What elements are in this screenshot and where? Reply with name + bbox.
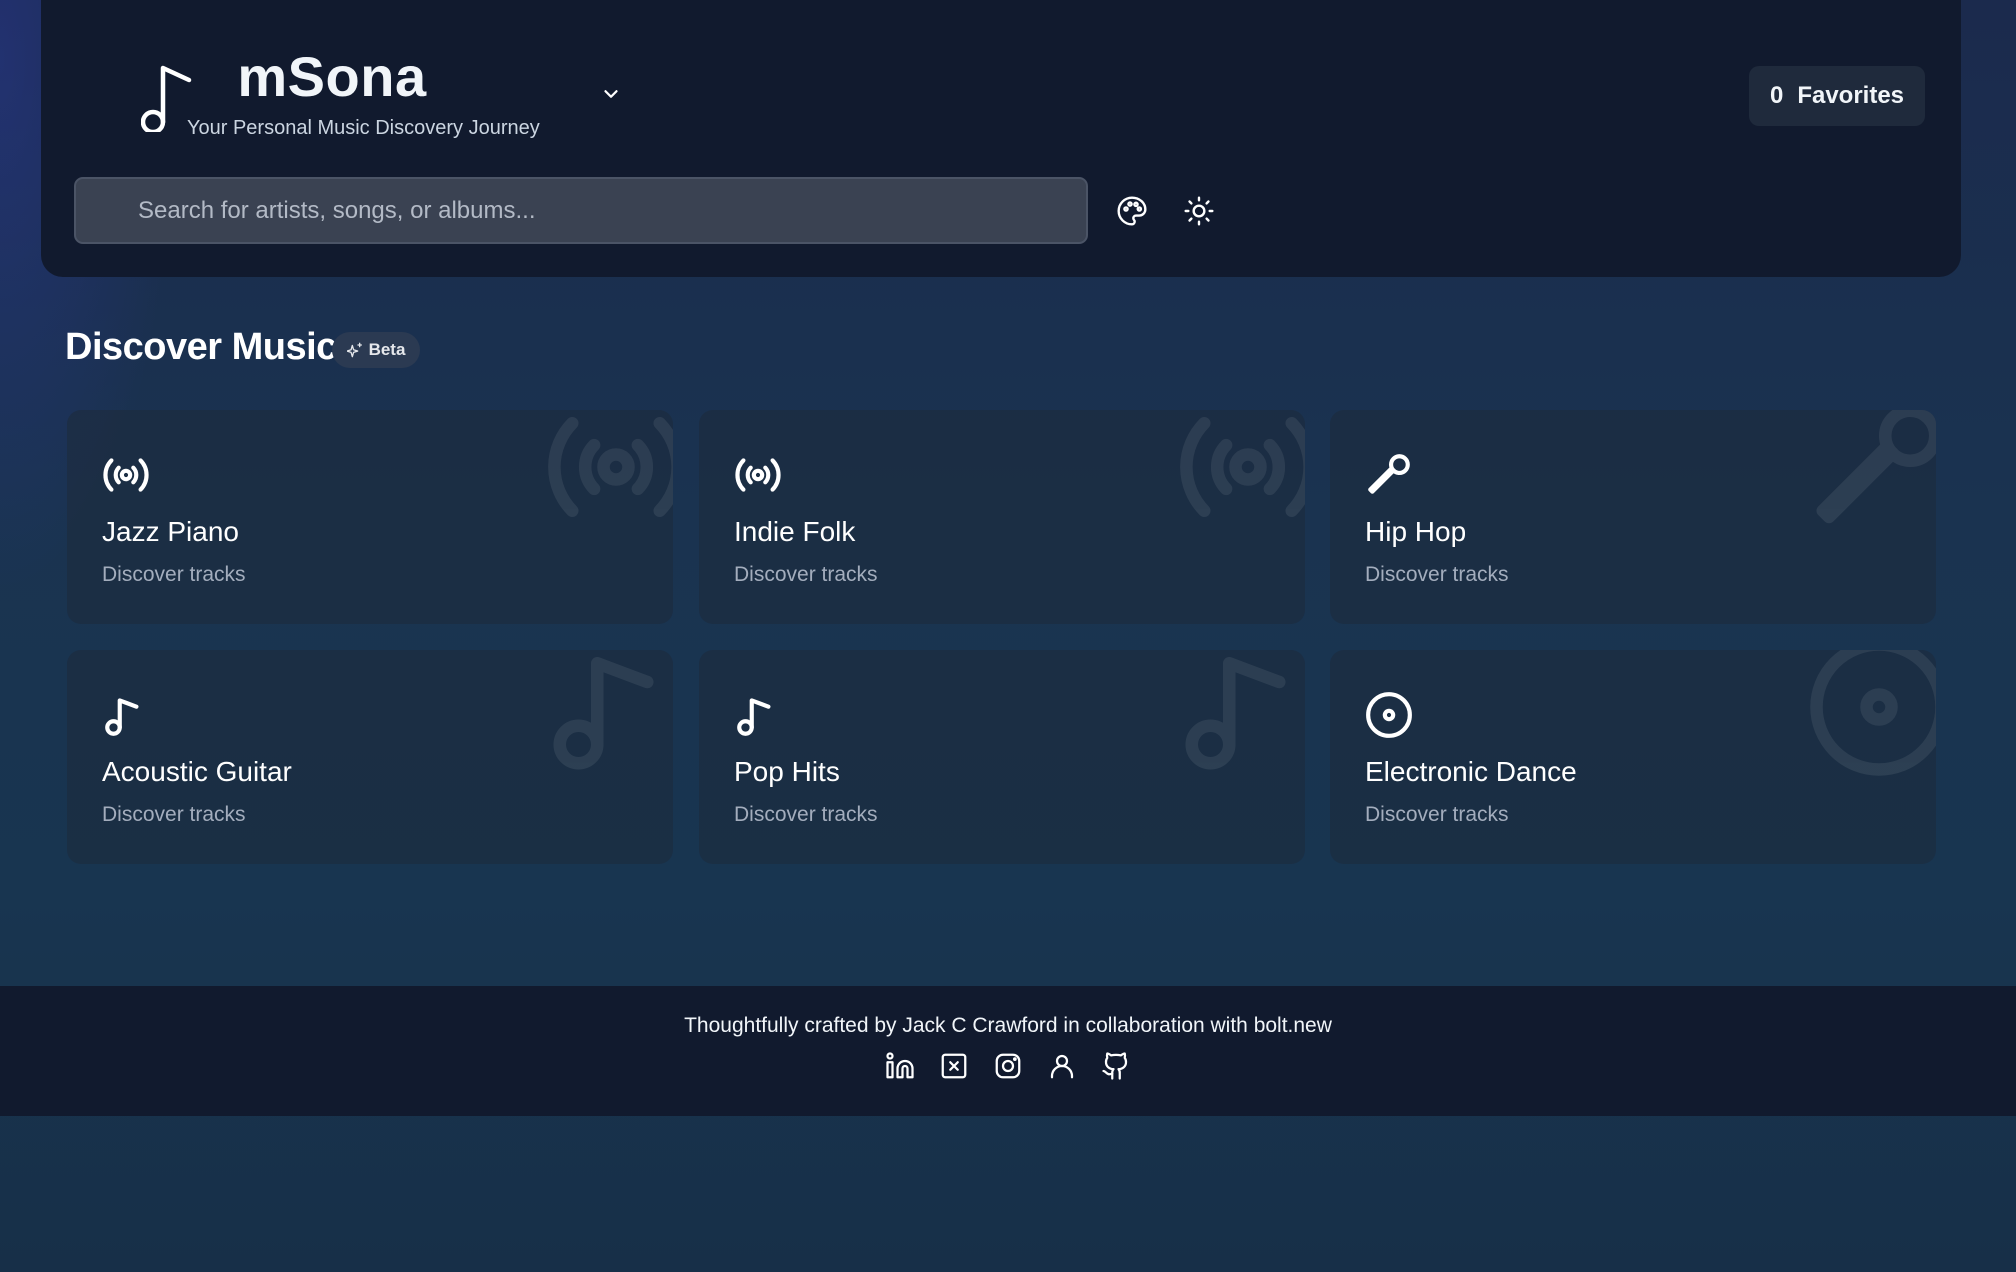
beta-label: Beta: [368, 340, 406, 359]
x-link[interactable]: [938, 1050, 970, 1082]
x-icon: [941, 1053, 967, 1079]
app-header: mSona Your Personal Music Discovery Jour…: [41, 0, 1961, 277]
footer-credit: Thoughtfully crafted by Jack C Crawford …: [684, 1014, 1332, 1037]
genre-card-subtitle: Discover tracks: [102, 563, 246, 586]
genre-card-subtitle: Discover tracks: [1365, 803, 1509, 826]
disc-icon: [1364, 690, 1414, 740]
disc-icon: [1804, 650, 1936, 782]
radio-icon: [101, 450, 151, 500]
music-note-icon: [733, 690, 783, 740]
search-input[interactable]: [74, 177, 1088, 244]
music-note-icon: [101, 690, 151, 740]
instagram-link[interactable]: [992, 1050, 1024, 1082]
brand-dropdown-toggle[interactable]: [597, 80, 625, 108]
profile-link[interactable]: [1046, 1050, 1078, 1082]
genre-card-indie-folk[interactable]: Indie Folk Discover tracks: [699, 410, 1305, 624]
palette-icon: [1117, 196, 1147, 226]
theme-toggle-button[interactable]: [1181, 193, 1217, 229]
music-note-icon: [1173, 650, 1305, 782]
genre-card-title: Jazz Piano: [102, 516, 239, 547]
theme-palette-button[interactable]: [1114, 193, 1150, 229]
social-links: [0, 1050, 2016, 1082]
github-link[interactable]: [1100, 1050, 1132, 1082]
genre-card-electronic-dance[interactable]: Electronic Dance Discover tracks: [1330, 650, 1936, 864]
app-footer: Thoughtfully crafted by Jack C Crawford …: [0, 986, 2016, 1116]
sparkles-icon: [346, 342, 362, 358]
genre-card-title: Pop Hits: [734, 756, 840, 787]
genre-card-pop-hits[interactable]: Pop Hits Discover tracks: [699, 650, 1305, 864]
genre-card-title: Indie Folk: [734, 516, 856, 547]
microphone-icon: [1364, 450, 1414, 500]
radio-icon: [541, 410, 673, 542]
radio-icon: [1173, 410, 1305, 542]
linkedin-icon: [886, 1052, 914, 1079]
genre-card-subtitle: Discover tracks: [734, 803, 878, 826]
genre-card-hip-hop[interactable]: Hip Hop Discover tracks: [1330, 410, 1936, 624]
genre-card-title: Acoustic Guitar: [102, 756, 292, 787]
chevron-down-icon: [604, 90, 618, 98]
instagram-icon: [995, 1053, 1021, 1079]
linkedin-link[interactable]: [884, 1050, 916, 1082]
genre-card-title: Electronic Dance: [1365, 756, 1577, 787]
genre-card-subtitle: Discover tracks: [102, 803, 246, 826]
music-note-icon: [541, 650, 673, 782]
favorites-label: Favorites: [1797, 82, 1905, 109]
microphone-icon: [1804, 410, 1936, 542]
favorites-button[interactable]: 0 Favorites: [1749, 66, 1925, 126]
genre-card-acoustic-guitar[interactable]: Acoustic Guitar Discover tracks: [67, 650, 673, 864]
favorites-count: 0: [1769, 82, 1784, 109]
app-subtitle: Your Personal Music Discovery Journey: [187, 117, 540, 139]
beta-badge: Beta: [332, 332, 420, 368]
genre-card-title: Hip Hop: [1365, 516, 1467, 547]
genre-card-subtitle: Discover tracks: [734, 563, 878, 586]
genre-card-jazz-piano[interactable]: Jazz Piano Discover tracks: [67, 410, 673, 624]
section-title: Discover Music: [65, 326, 337, 368]
radio-icon: [733, 450, 783, 500]
github-icon: [1102, 1052, 1128, 1080]
user-icon: [1050, 1054, 1074, 1079]
sun-icon: [1184, 196, 1214, 226]
genre-card-subtitle: Discover tracks: [1365, 563, 1509, 586]
app-title: mSona: [237, 45, 427, 108]
